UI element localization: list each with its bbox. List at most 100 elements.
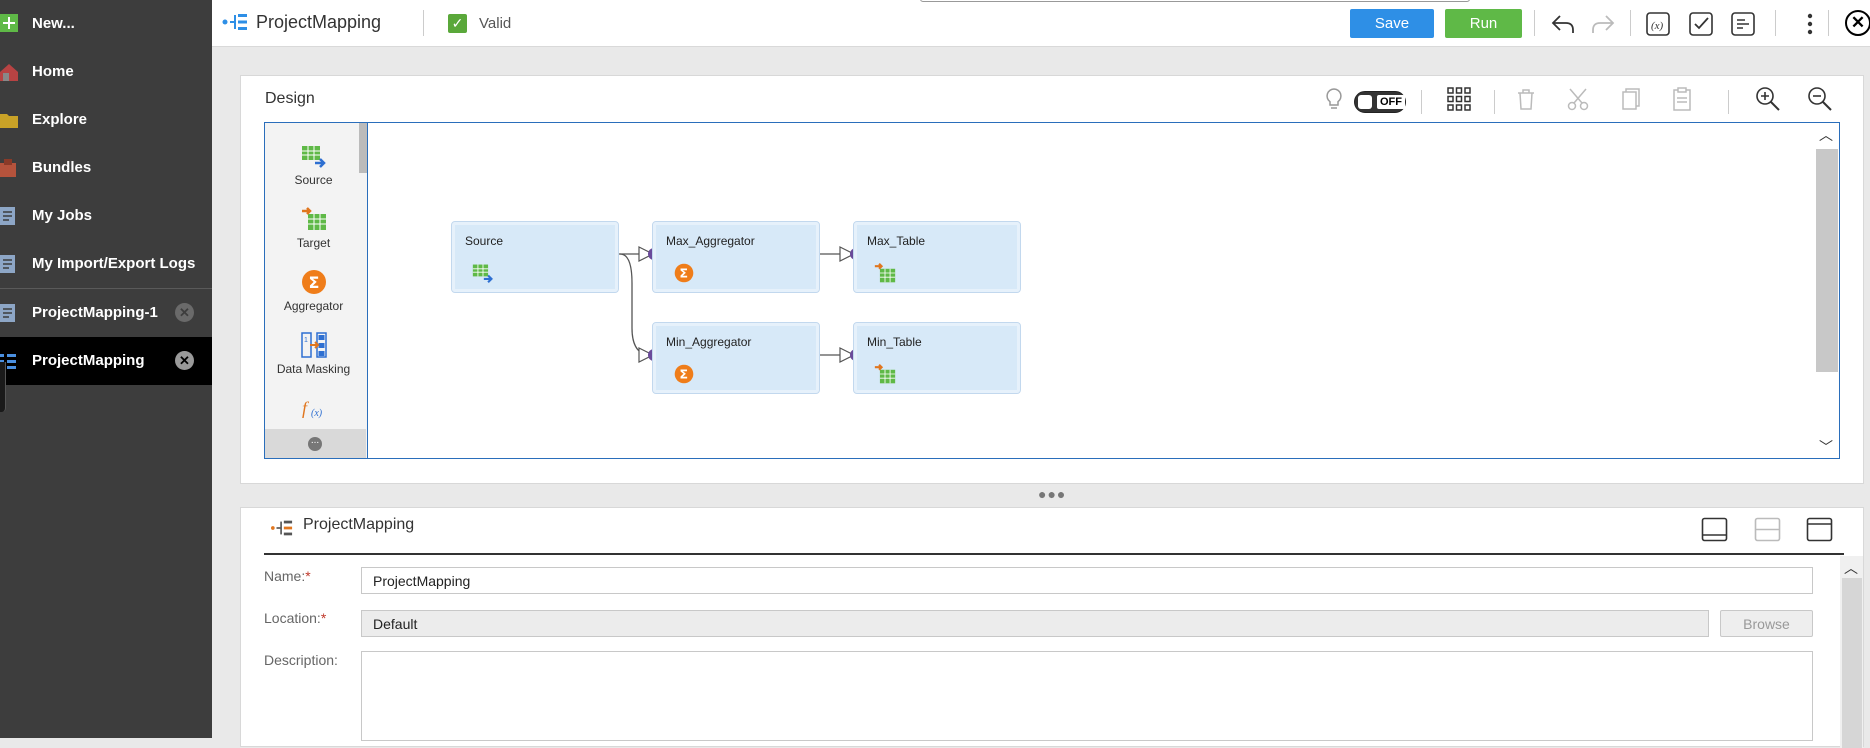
panel-layout-top-icon[interactable] <box>1806 517 1833 542</box>
divider <box>1775 10 1776 36</box>
document-icon <box>0 304 15 322</box>
divider <box>423 10 424 36</box>
undo-icon[interactable] <box>1548 9 1578 39</box>
browse-button[interactable]: Browse <box>1720 610 1813 637</box>
sidebar-item-new[interactable]: New... <box>0 0 212 48</box>
panel-layout-split-icon[interactable] <box>1754 517 1781 542</box>
divider <box>1828 10 1829 36</box>
panel-splitter-handle[interactable]: ●●● <box>1038 486 1066 502</box>
panel-title: Design <box>265 90 315 107</box>
sidebar-item-import-export-logs[interactable]: My Import/Export Logs <box>0 240 212 288</box>
svg-text:Σ: Σ <box>679 367 688 382</box>
zoom-out-icon[interactable] <box>1805 84 1835 114</box>
node-min-aggregator[interactable]: Min_Aggregator Σ <box>652 322 820 394</box>
location-field <box>361 610 1709 637</box>
location-label-text: Location: <box>264 610 321 626</box>
node-label: Max_Aggregator <box>666 234 755 248</box>
properties-scrollbar[interactable]: ︿ <box>1840 556 1863 748</box>
sidebar-tab-label: ProjectMapping <box>32 352 145 369</box>
sidebar-item-explore[interactable]: Explore <box>0 96 212 144</box>
name-field[interactable] <box>361 567 1813 594</box>
home-icon <box>0 64 18 81</box>
sidebar-item-label: Bundles <box>32 159 92 176</box>
location-label: Location:* <box>264 610 326 626</box>
sidebar-tab-label: ProjectMapping-1 <box>32 304 158 321</box>
sidebar-item-home[interactable]: Home <box>0 48 212 96</box>
node-source[interactable]: Source <box>451 221 619 293</box>
validate-icon[interactable] <box>1686 9 1716 39</box>
node-label: Max_Table <box>867 234 926 248</box>
scroll-up-icon[interactable]: ︿ <box>1844 558 1858 578</box>
grid-layout-icon[interactable] <box>1444 84 1474 114</box>
divider <box>1534 10 1535 36</box>
target-icon <box>874 262 896 283</box>
close-tab-icon[interactable]: ✕ <box>175 303 194 322</box>
mapping-icon <box>222 14 247 30</box>
plus-icon <box>0 14 18 32</box>
run-button[interactable]: Run <box>1445 9 1522 38</box>
top-toolbar: ProjectMapping ✓ Valid Save Run (x) ✕ <box>212 0 1870 47</box>
folder-icon <box>0 114 18 128</box>
properties-panel: ProjectMapping Name:* Location:* Browse … <box>240 507 1864 748</box>
node-label: Source <box>465 234 504 248</box>
target-icon <box>874 363 896 384</box>
sidebar: New... Home Explore Bundles My Jobs My I… <box>0 0 212 738</box>
sidebar-tab-projectmapping[interactable]: ProjectMapping ✕ <box>0 337 212 385</box>
sidebar-item-label: Explore <box>32 111 88 128</box>
lightbulb-icon[interactable] <box>1319 84 1349 114</box>
paste-icon[interactable] <box>1667 84 1697 114</box>
divider <box>1421 90 1422 114</box>
sidebar-item-label: My Jobs <box>32 207 93 224</box>
active-tab-marker <box>0 362 6 412</box>
description-label: Description: <box>264 652 338 668</box>
node-min-table[interactable]: Min_Table <box>853 322 1021 394</box>
redo-icon[interactable] <box>1588 9 1618 39</box>
sidebar-item-label: My Import/Export Logs <box>32 255 196 272</box>
node-label: Min_Table <box>867 335 922 349</box>
copy-icon[interactable] <box>1615 84 1645 114</box>
document-icon <box>0 207 15 225</box>
cut-icon[interactable] <box>1563 84 1593 114</box>
source-icon <box>472 264 493 284</box>
app-title: ProjectMapping <box>256 11 382 32</box>
scroll-down-icon[interactable]: ﹀ <box>1819 437 1833 457</box>
search-box-edge <box>920 0 1470 2</box>
description-field[interactable] <box>361 651 1813 741</box>
sidebar-item-bundles[interactable]: Bundles <box>0 144 212 192</box>
name-label-text: Name: <box>264 568 306 584</box>
parameters-icon[interactable]: (x) <box>1643 9 1673 39</box>
document-icon <box>0 255 15 273</box>
scrollbar-thumb[interactable] <box>1816 149 1838 372</box>
close-icon[interactable]: ✕ <box>1845 10 1870 36</box>
panel-layout-bottom-icon[interactable] <box>1701 517 1728 542</box>
recommendation-toggle[interactable]: OFF <box>1354 91 1406 113</box>
node-label: Min_Aggregator <box>666 335 752 349</box>
scroll-up-icon[interactable]: ︿ <box>1819 125 1833 145</box>
sidebar-item-label: New... <box>32 15 75 32</box>
validation-status: Valid <box>479 15 512 32</box>
node-max-table[interactable]: Max_Table <box>853 221 1021 293</box>
more-options-icon[interactable] <box>1795 9 1825 39</box>
aggregator-icon: Σ <box>674 364 694 384</box>
canvas-scrollbar[interactable]: ︿ ﹀ <box>1813 123 1839 458</box>
preview-icon[interactable] <box>1728 9 1758 39</box>
divider <box>1630 10 1631 36</box>
design-panel: Design OFF Source Target Σ Aggregator 1 … <box>240 75 1864 484</box>
sidebar-item-my-jobs[interactable]: My Jobs <box>0 192 212 240</box>
sidebar-item-label: Home <box>32 63 74 80</box>
save-button[interactable]: Save <box>1350 9 1434 38</box>
required-mark: * <box>305 568 311 584</box>
properties-header: ProjectMapping <box>264 508 1844 555</box>
zoom-in-icon[interactable] <box>1753 84 1783 114</box>
mapping-canvas[interactable]: Source Target Σ Aggregator 1 Data Maskin… <box>264 122 1840 459</box>
scrollbar-thumb[interactable] <box>1842 578 1862 748</box>
close-tab-icon[interactable]: ✕ <box>175 351 194 370</box>
aggregator-icon: Σ <box>674 263 694 283</box>
properties-title: ProjectMapping <box>303 516 415 533</box>
node-max-aggregator[interactable]: Max_Aggregator Σ <box>652 221 820 293</box>
mapping-icon <box>271 520 293 536</box>
bundle-icon <box>0 159 16 177</box>
delete-icon[interactable] <box>1511 84 1541 114</box>
toggle-label: OFF <box>1377 95 1405 109</box>
sidebar-tab-projectmapping-1[interactable]: ProjectMapping-1 ✕ <box>0 289 212 337</box>
